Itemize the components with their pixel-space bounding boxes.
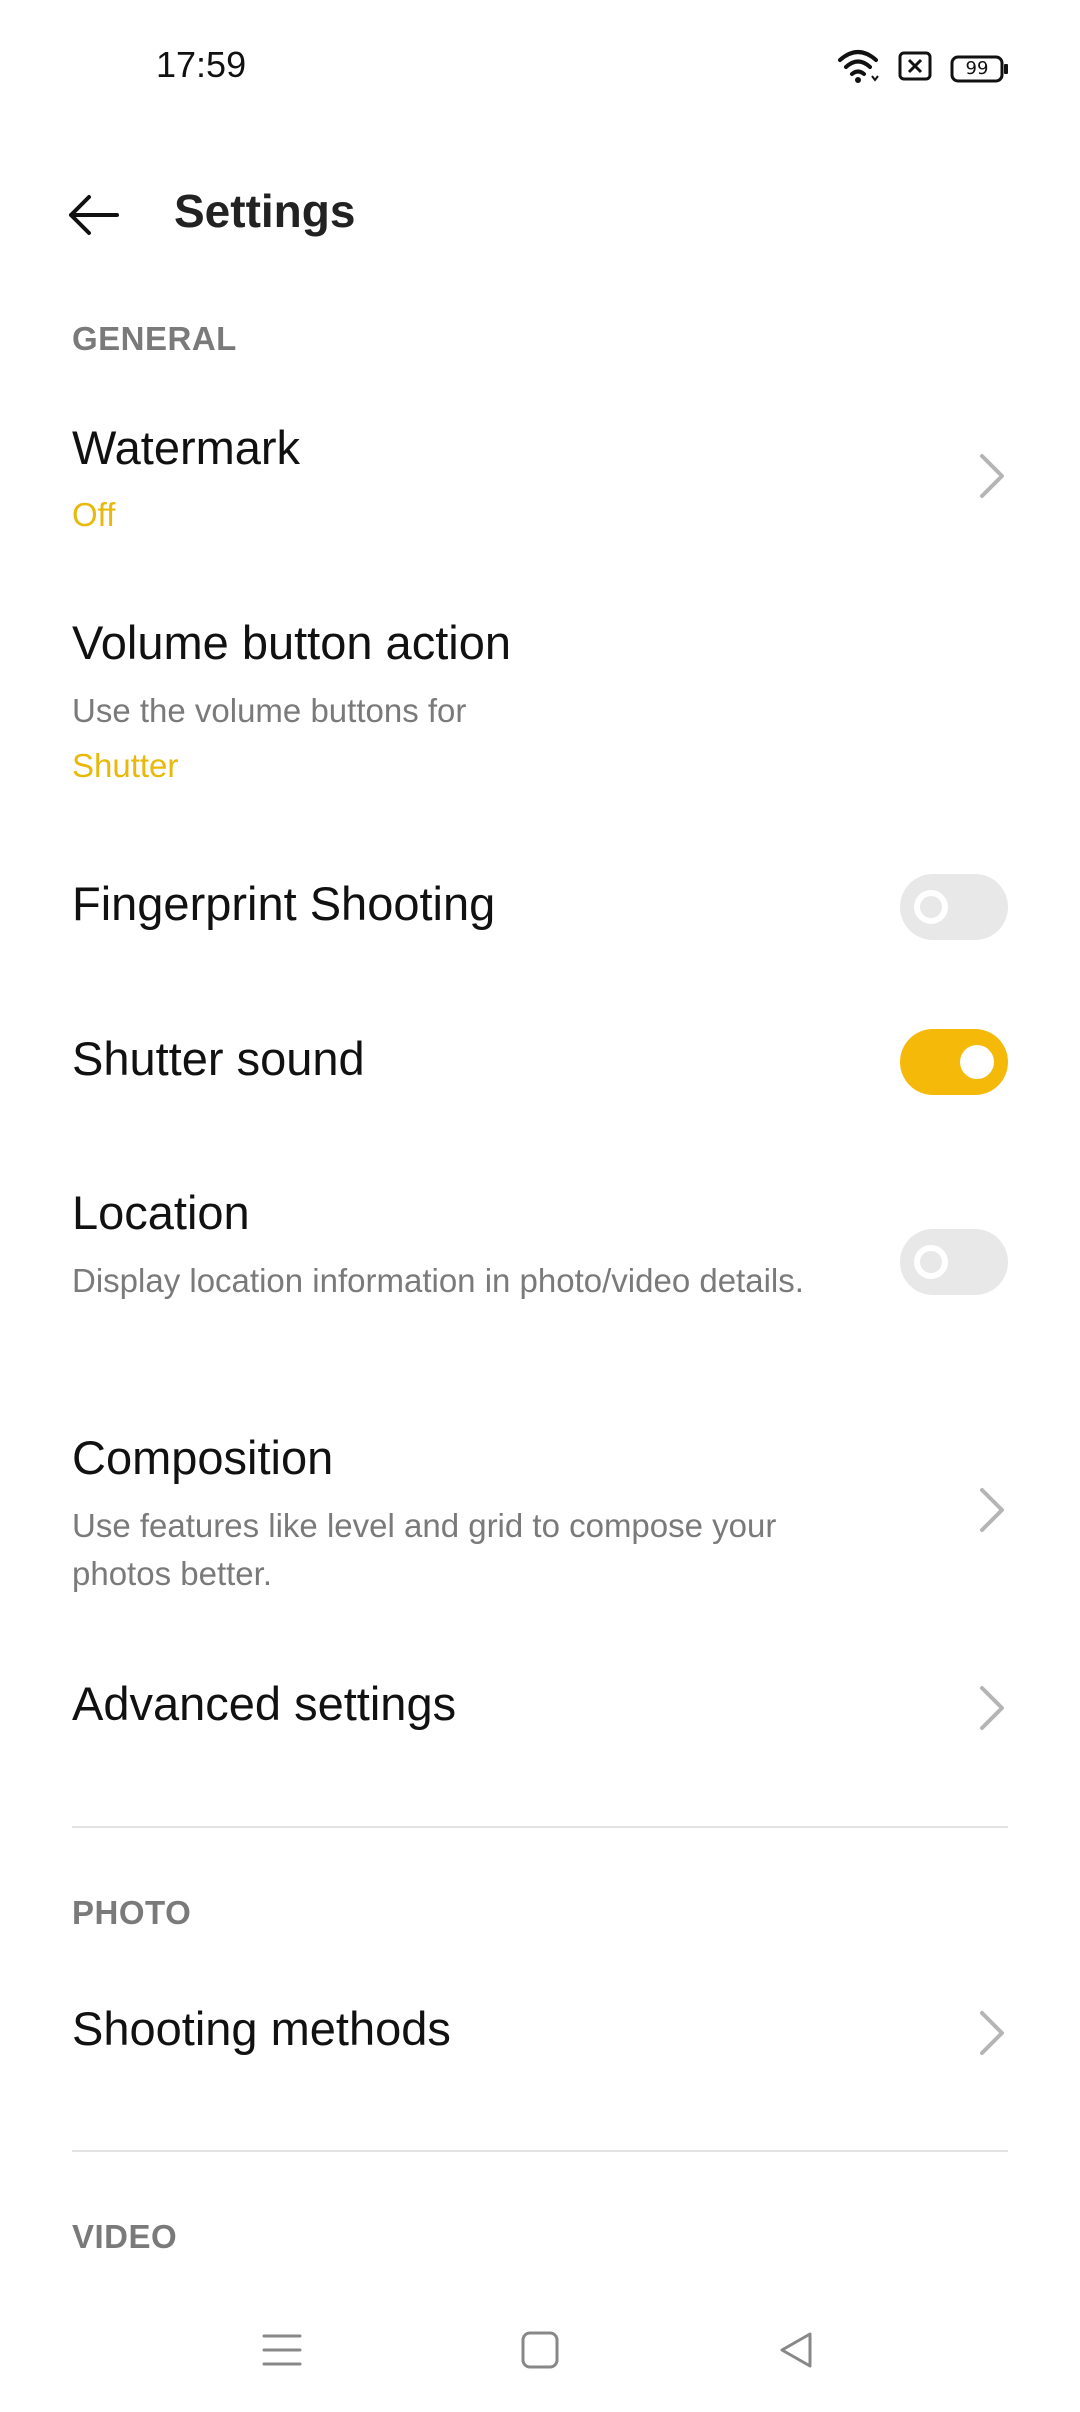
setting-value: Shutter xyxy=(72,747,179,784)
setting-title: Volume button action xyxy=(72,616,511,669)
divider xyxy=(72,1826,1008,1828)
setting-title: Shooting methods xyxy=(72,2002,451,2055)
setting-watermark[interactable]: Watermark Off xyxy=(0,400,1080,560)
setting-value: Off xyxy=(72,496,116,533)
section-header-general: GENERAL xyxy=(72,320,237,357)
toggle-knob xyxy=(960,1045,994,1079)
battery-icon: 99 xyxy=(950,54,1010,84)
chevron-right-icon xyxy=(980,2011,1004,2055)
setting-subtitle: Use the volume buttons for xyxy=(72,692,467,729)
chevron-right-icon xyxy=(980,1488,1004,1532)
back-button[interactable] xyxy=(58,180,128,250)
setting-advanced-settings[interactable]: Advanced settings xyxy=(0,1650,1080,1770)
setting-subtitle: Use features like level and grid to comp… xyxy=(72,1507,777,1592)
section-header-photo: PHOTO xyxy=(72,1894,192,1931)
chevron-right-icon xyxy=(980,454,1004,498)
status-icons: 99 xyxy=(836,48,1010,89)
home-icon xyxy=(521,2331,559,2369)
setting-title: Fingerprint Shooting xyxy=(72,877,496,930)
toggle-knob xyxy=(914,1245,948,1279)
setting-title: Advanced settings xyxy=(72,1677,457,1730)
wifi-icon xyxy=(836,48,880,89)
setting-fingerprint-shooting: Fingerprint Shooting xyxy=(0,850,1080,970)
back-icon xyxy=(780,2332,812,2368)
setting-title: Composition xyxy=(72,1431,334,1484)
fingerprint-toggle[interactable] xyxy=(900,874,1008,940)
toggle-knob xyxy=(914,890,948,924)
chevron-right-icon xyxy=(980,1686,1004,1730)
app-bar: Settings xyxy=(0,160,1080,270)
setting-title: Watermark xyxy=(72,421,301,474)
setting-composition[interactable]: Composition Use features like level and … xyxy=(0,1410,1080,1610)
status-time: 17:59 xyxy=(156,44,247,85)
setting-title: Location xyxy=(72,1186,250,1239)
setting-shutter-sound: Shutter sound xyxy=(0,1005,1080,1125)
setting-location: Location Display location information in… xyxy=(0,1165,1080,1365)
status-bar: 17:59 99 xyxy=(0,0,1080,140)
page-title: Settings xyxy=(174,185,356,237)
setting-volume-button-action[interactable]: Volume button action Use the volume butt… xyxy=(0,595,1080,815)
back-nav-button[interactable] xyxy=(756,2310,836,2390)
back-arrow-icon xyxy=(69,195,119,235)
battery-level: 99 xyxy=(965,57,989,79)
location-toggle[interactable] xyxy=(900,1229,1008,1295)
setting-shooting-methods[interactable]: Shooting methods xyxy=(0,1975,1080,2095)
navigation-bar xyxy=(0,2290,1080,2412)
home-button[interactable] xyxy=(500,2310,580,2390)
section-header-video: VIDEO xyxy=(72,2218,178,2255)
divider xyxy=(72,2150,1008,2152)
menu-icon xyxy=(262,2334,302,2366)
setting-title: Shutter sound xyxy=(72,1032,365,1085)
setting-subtitle: Display location information in photo/vi… xyxy=(72,1262,804,1299)
shutter-sound-toggle[interactable] xyxy=(900,1029,1008,1095)
no-sim-icon xyxy=(898,51,932,86)
menu-button[interactable] xyxy=(242,2310,322,2390)
